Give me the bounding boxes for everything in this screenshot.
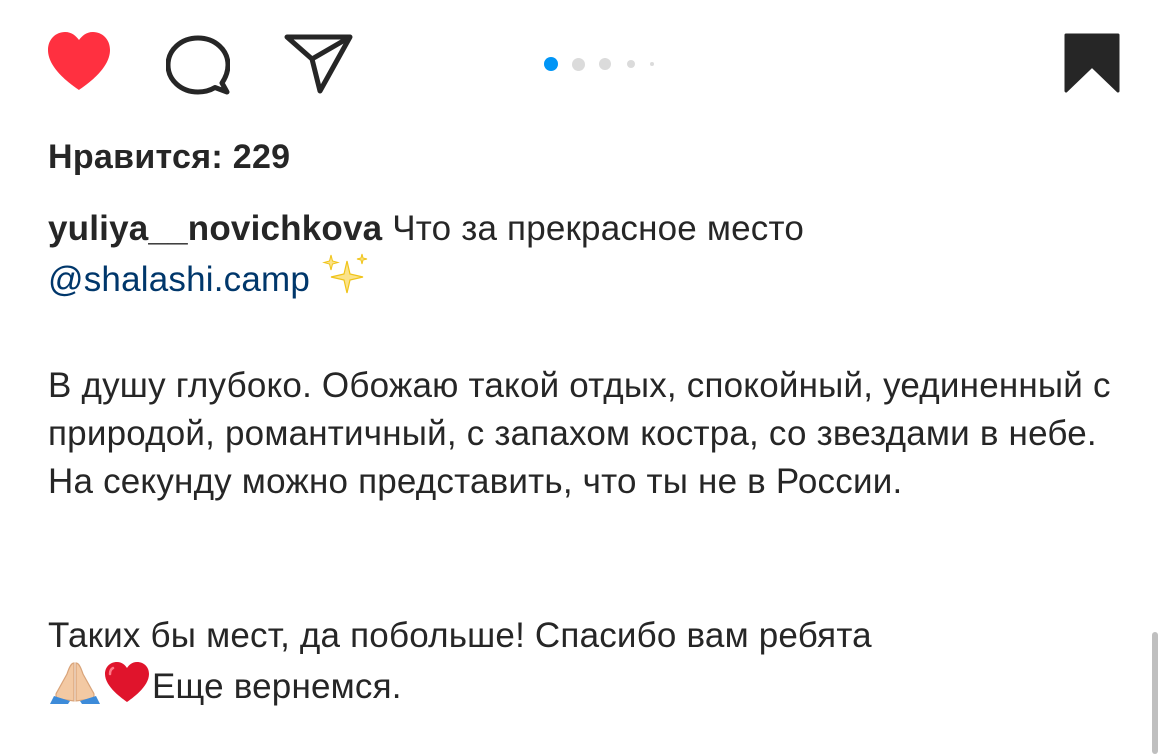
- caption-paragraph-1: В душу глубоко. Обожаю такой отдых, спок…: [48, 366, 1111, 501]
- paper-plane-icon[interactable]: [284, 33, 354, 95]
- scrollbar[interactable]: [1152, 632, 1158, 754]
- folded-hands-emoji: [48, 660, 102, 717]
- caption-text: Что за прекрасное место: [382, 209, 804, 248]
- caption-paragraph-2-text: Таких бы мест, да побольше! Спасибо вам …: [48, 616, 872, 655]
- red-heart-emoji: [102, 660, 152, 717]
- likes-count[interactable]: Нравится: 229: [48, 138, 290, 177]
- carousel-dot: [599, 58, 611, 70]
- sparkles-emoji: [320, 253, 370, 310]
- post-action-bar: [0, 0, 1170, 130]
- carousel-dot: [650, 62, 654, 66]
- carousel-dot: [544, 57, 558, 71]
- post-caption: yuliya__novichkova Что за прекрасное мес…: [48, 205, 1108, 310]
- comment-bubble-icon[interactable]: [166, 34, 230, 96]
- caption-username[interactable]: yuliya__novichkova: [48, 209, 382, 248]
- carousel-dot: [571, 57, 585, 71]
- carousel-dot: [627, 60, 635, 68]
- carousel-indicator: [544, 57, 684, 71]
- bookmark-filled-icon[interactable]: [1064, 33, 1120, 93]
- caption-paragraph-2: Таких бы мест, да побольше! Спасибо вам …: [48, 612, 1118, 717]
- heart-filled-icon[interactable]: [44, 30, 114, 94]
- caption-paragraph-2-ending: Еще вернемся.: [152, 667, 402, 706]
- mention-link[interactable]: @shalashi.camp: [48, 260, 310, 299]
